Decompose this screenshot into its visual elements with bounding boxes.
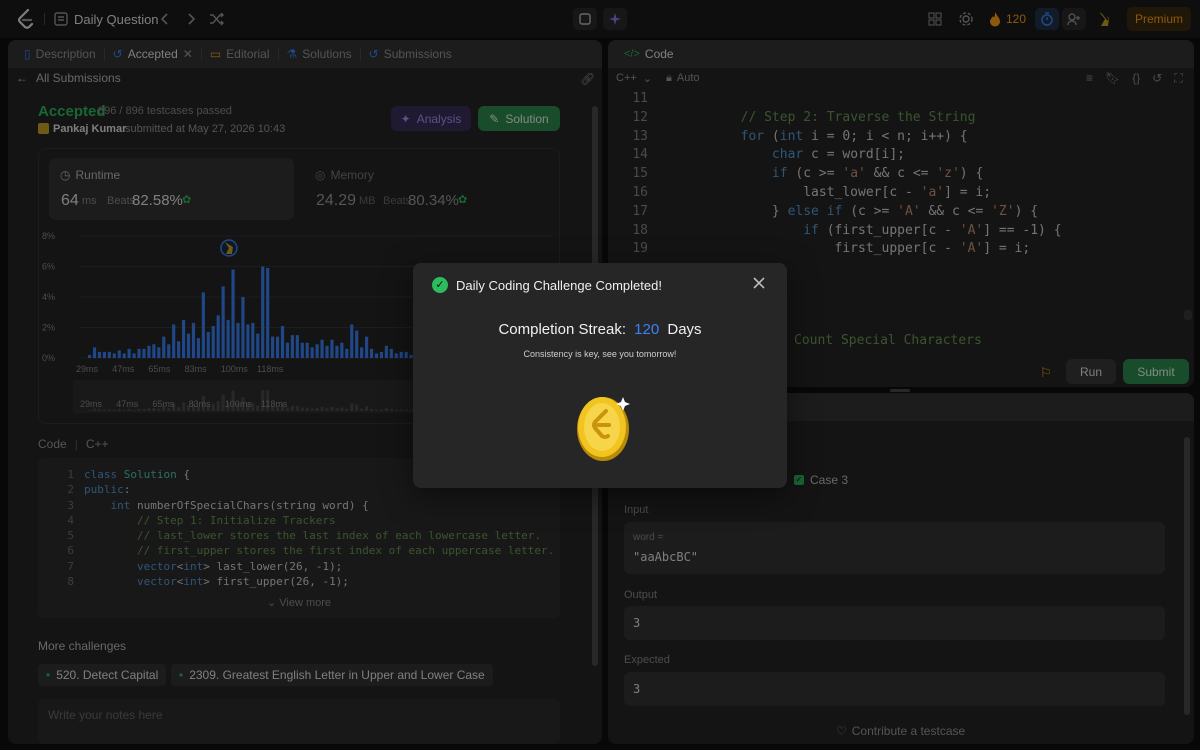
streak-days-value: 120 <box>634 321 660 338</box>
completion-modal: ✓ Daily Coding Challenge Completed! Comp… <box>413 263 787 488</box>
close-icon[interactable] <box>751 275 767 291</box>
modal-subtitle: Consistency is key, see you tomorrow! <box>523 349 677 359</box>
streak-line: Completion Streak: 120 Days <box>498 321 702 338</box>
success-check-icon: ✓ <box>432 277 448 293</box>
modal-title: Daily Coding Challenge Completed! <box>456 278 662 293</box>
gold-coin-icon <box>575 391 633 463</box>
